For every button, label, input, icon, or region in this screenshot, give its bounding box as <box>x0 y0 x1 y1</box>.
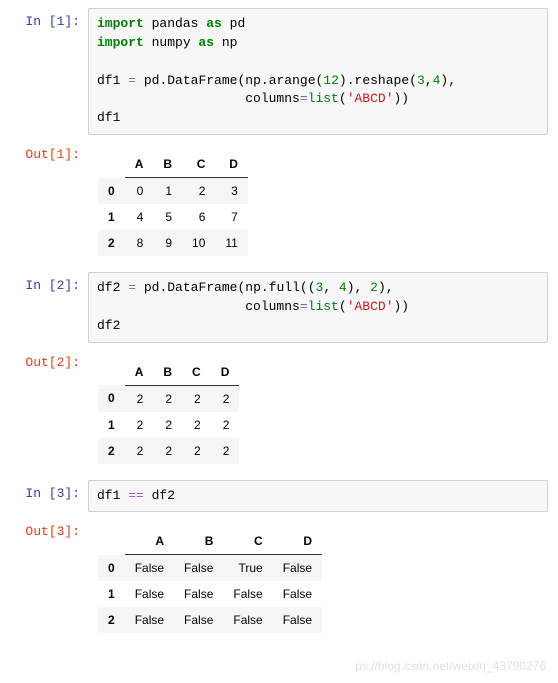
row-index: 0 <box>98 178 125 205</box>
cell-value: 2 <box>211 412 240 438</box>
output-cell: Out[3]:ABCD0FalseFalseTrueFalse1FalseFal… <box>10 518 548 643</box>
cell-value: 8 <box>125 230 154 256</box>
cell-value: 2 <box>125 385 154 412</box>
cell-value: False <box>273 581 322 607</box>
cell-value: False <box>125 581 174 607</box>
table-row: 12222 <box>98 412 239 438</box>
column-header: D <box>215 151 247 178</box>
column-header: C <box>182 359 211 386</box>
column-header: A <box>125 151 154 178</box>
table-row: 00123 <box>98 178 248 205</box>
cell-value: 2 <box>153 385 182 412</box>
row-index: 0 <box>98 385 125 412</box>
column-header: D <box>211 359 240 386</box>
output-area: ABCD022221222222222 <box>88 349 548 474</box>
cell-value: 1 <box>153 178 182 205</box>
input-cell: In [1]:import pandas as pd import numpy … <box>10 8 548 135</box>
watermark-text: ps://blog.csdn.net/weixin_43790276 <box>355 659 546 673</box>
column-header: C <box>223 528 272 555</box>
cell-value: 2 <box>125 412 154 438</box>
output-cell: Out[2]:ABCD022221222222222 <box>10 349 548 474</box>
table-corner <box>98 359 125 386</box>
input-cell: In [3]:df1 == df2 <box>10 480 548 513</box>
cell-value: 4 <box>125 204 154 230</box>
cell-value: 2 <box>182 385 211 412</box>
table-row: 14567 <box>98 204 248 230</box>
row-index: 2 <box>98 230 125 256</box>
row-index: 1 <box>98 204 125 230</box>
row-index: 1 <box>98 581 125 607</box>
output-prompt: Out[2]: <box>10 349 88 370</box>
table-corner <box>98 151 125 178</box>
cell-value: 3 <box>215 178 247 205</box>
table-row: 2FalseFalseFalseFalse <box>98 607 322 633</box>
cell-value: False <box>174 581 223 607</box>
cell-value: False <box>125 607 174 633</box>
cell-value: 2 <box>211 438 240 464</box>
cell-value: 6 <box>182 204 215 230</box>
table-corner <box>98 528 125 555</box>
column-header: B <box>153 151 182 178</box>
cell-value: 7 <box>215 204 247 230</box>
column-header: D <box>273 528 322 555</box>
input-prompt: In [2]: <box>10 272 88 293</box>
column-header: C <box>182 151 215 178</box>
cell-value: False <box>273 555 322 582</box>
dataframe-output: ABCD00123145672891011 <box>98 151 248 256</box>
row-index: 2 <box>98 607 125 633</box>
cell-value: True <box>223 555 272 582</box>
output-cell: Out[1]:ABCD00123145672891011 <box>10 141 548 266</box>
table-row: 2891011 <box>98 230 248 256</box>
cell-value: False <box>273 607 322 633</box>
row-index: 2 <box>98 438 125 464</box>
row-index: 1 <box>98 412 125 438</box>
cell-value: 2 <box>182 412 211 438</box>
cell-value: False <box>223 607 272 633</box>
row-index: 0 <box>98 555 125 582</box>
code-input[interactable]: import pandas as pd import numpy as np d… <box>88 8 548 135</box>
cell-value: 2 <box>153 438 182 464</box>
cell-value: 11 <box>215 230 247 256</box>
dataframe-output: ABCD0FalseFalseTrueFalse1FalseFalseFalse… <box>98 528 322 633</box>
input-cell: In [2]:df2 = pd.DataFrame(np.full((3, 4)… <box>10 272 548 343</box>
column-header: B <box>174 528 223 555</box>
cell-value: 2 <box>182 438 211 464</box>
cell-value: False <box>125 555 174 582</box>
cell-value: 0 <box>125 178 154 205</box>
cell-value: 2 <box>125 438 154 464</box>
cell-value: 5 <box>153 204 182 230</box>
cell-value: 10 <box>182 230 215 256</box>
column-header: A <box>125 528 174 555</box>
code-input[interactable]: df2 = pd.DataFrame(np.full((3, 4), 2), c… <box>88 272 548 343</box>
cell-value: 2 <box>182 178 215 205</box>
cell-value: 2 <box>211 385 240 412</box>
column-header: A <box>125 359 154 386</box>
table-row: 0FalseFalseTrueFalse <box>98 555 322 582</box>
table-row: 02222 <box>98 385 239 412</box>
output-prompt: Out[1]: <box>10 141 88 162</box>
cell-value: 9 <box>153 230 182 256</box>
dataframe-output: ABCD022221222222222 <box>98 359 239 464</box>
output-area: ABCD00123145672891011 <box>88 141 548 266</box>
cell-value: False <box>174 555 223 582</box>
cell-value: False <box>223 581 272 607</box>
cell-value: False <box>174 607 223 633</box>
column-header: B <box>153 359 182 386</box>
input-prompt: In [3]: <box>10 480 88 501</box>
input-prompt: In [1]: <box>10 8 88 29</box>
output-area: ABCD0FalseFalseTrueFalse1FalseFalseFalse… <box>88 518 548 643</box>
cell-value: 2 <box>153 412 182 438</box>
code-input[interactable]: df1 == df2 <box>88 480 548 513</box>
table-row: 22222 <box>98 438 239 464</box>
table-row: 1FalseFalseFalseFalse <box>98 581 322 607</box>
output-prompt: Out[3]: <box>10 518 88 539</box>
